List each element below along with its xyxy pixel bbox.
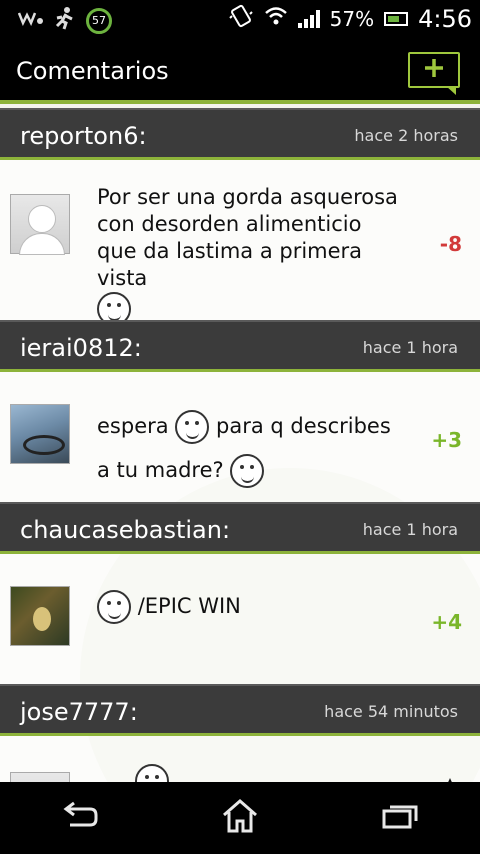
page-title: Comentarios: [16, 57, 169, 85]
comments-feed[interactable]: reporton6: hace 2 horas Por ser una gord…: [0, 108, 480, 782]
battery-icon: [384, 11, 409, 26]
wifi-icon: [264, 6, 288, 31]
rage-face-icon: [175, 410, 210, 444]
add-comment-icon: [422, 56, 446, 85]
comment-item[interactable]: Por ser una gorda asquerosa con desorden…: [0, 160, 480, 326]
back-button[interactable]: [40, 788, 120, 848]
troll-face-icon: [230, 454, 265, 488]
comment-item[interactable]: /EPIC WIN +4: [0, 554, 480, 684]
back-icon: [60, 801, 100, 835]
comment-item[interactable]: espera para q describes a tu madre? +3: [0, 372, 480, 502]
add-comment-button[interactable]: [408, 52, 460, 95]
avatar[interactable]: [10, 586, 70, 646]
avatar[interactable]: [10, 404, 70, 464]
comment-header: chaucasebastian: hace 1 hora: [0, 502, 480, 554]
battery-percent: 57%: [329, 6, 375, 31]
avatar[interactable]: [10, 772, 70, 782]
action-bar: Comentarios: [0, 40, 480, 104]
comment-item[interactable]: [0, 736, 480, 782]
comment-header: reporton6: hace 2 horas: [0, 108, 480, 160]
comment-text: Por ser una gorda asquerosa con desorden…: [97, 184, 400, 326]
epic-win-face-icon: [97, 590, 131, 624]
comment-time: hace 2 horas: [354, 126, 458, 145]
home-icon: [220, 798, 260, 838]
comment-header: ierai0812: hace 1 hora: [0, 320, 480, 372]
vibrate-icon: [228, 4, 254, 33]
timer-icon: 57: [86, 7, 112, 34]
comment-text: espera para q describes a tu madre?: [97, 404, 400, 492]
comment-username[interactable]: chaucasebastian:: [20, 516, 230, 544]
avatar[interactable]: [10, 194, 70, 255]
navigation-bar: [0, 782, 480, 854]
comment-username[interactable]: reporton6:: [20, 122, 147, 150]
comment-score: +4: [431, 610, 462, 634]
recents-button[interactable]: [360, 788, 440, 848]
clock: 4:56: [418, 4, 472, 33]
signal-icon: [297, 9, 320, 28]
comment-username[interactable]: jose7777:: [20, 698, 138, 726]
comment-score: -8: [439, 232, 462, 256]
recents-icon: [380, 801, 420, 835]
home-button[interactable]: [200, 788, 280, 848]
status-bar: 57 57% 4:56: [0, 0, 480, 40]
comment-username[interactable]: ierai0812:: [20, 334, 142, 362]
running-man-icon: [54, 6, 76, 35]
walkman-icon: [17, 10, 44, 31]
comment-score: +3: [431, 428, 462, 452]
rage-face-icon: [135, 764, 169, 782]
comment-header: jose7777: hace 54 minutos: [0, 684, 480, 736]
comment-time: hace 54 minutos: [324, 702, 458, 721]
comment-time: hace 1 hora: [362, 520, 458, 539]
comment-text: /EPIC WIN: [97, 584, 400, 628]
comment-time: hace 1 hora: [362, 338, 458, 357]
